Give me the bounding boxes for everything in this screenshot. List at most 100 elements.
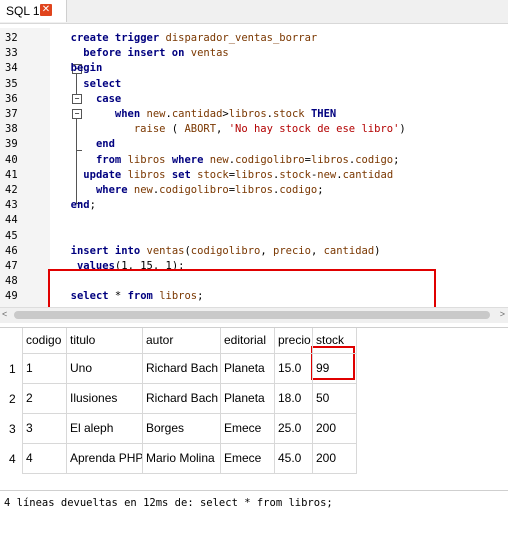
grid-divider bbox=[22, 473, 356, 474]
grid-divider bbox=[274, 328, 275, 474]
table-cell[interactable]: 4 bbox=[26, 443, 33, 473]
code-token: , bbox=[310, 244, 324, 257]
code-token: insert into bbox=[70, 244, 141, 257]
code-token: ) bbox=[399, 123, 406, 136]
grid-divider bbox=[22, 413, 356, 414]
table-cell[interactable]: Uno bbox=[70, 353, 92, 383]
row-number[interactable]: 4 bbox=[9, 452, 16, 466]
table-cell[interactable]: Mario Molina bbox=[146, 443, 215, 473]
code-token: cantidad bbox=[342, 168, 394, 181]
tab-sql-1[interactable]: SQL 1 ✕ bbox=[0, 0, 67, 22]
code-line: where new.codigolibro=libros.codigo; bbox=[58, 184, 324, 196]
code-token: update bbox=[83, 168, 122, 181]
code-token: end bbox=[95, 138, 115, 151]
table-cell[interactable]: 3 bbox=[26, 413, 33, 443]
code-token: , bbox=[216, 123, 229, 136]
code-token: where bbox=[171, 153, 204, 166]
line-number: 36 bbox=[5, 92, 18, 105]
code-token: stock bbox=[279, 168, 311, 181]
table-cell[interactable]: 45.0 bbox=[278, 443, 301, 473]
code-token: new bbox=[146, 108, 166, 120]
tab-bar: SQL 1 ✕ bbox=[0, 0, 508, 24]
table-cell[interactable]: 2 bbox=[26, 383, 33, 413]
table-cell[interactable]: Planeta bbox=[224, 353, 265, 383]
code-token: codigo bbox=[355, 153, 394, 166]
scroll-left-icon[interactable]: < bbox=[2, 309, 7, 319]
code-token: libros bbox=[235, 168, 273, 181]
code-token: set bbox=[171, 168, 191, 181]
fold-margin: − − − bbox=[32, 28, 82, 307]
line-number: 39 bbox=[5, 138, 18, 151]
code-line: raise ( ABORT, 'No hay stock de ese libr… bbox=[58, 123, 406, 135]
sql-editor[interactable]: 32 33 34 35 36 37 38 39 40 41 42 43 44 45 46 47 48 49 − −… bbox=[0, 28, 508, 309]
close-icon[interactable]: ✕ bbox=[40, 4, 52, 16]
code-token: raise bbox=[133, 123, 166, 136]
line-number: 37 bbox=[5, 108, 18, 120]
column-header-titulo[interactable]: titulo bbox=[70, 333, 95, 347]
table-cell[interactable]: Emece bbox=[224, 443, 261, 473]
code-token: cantidad bbox=[323, 244, 375, 257]
table-cell[interactable]: 1 bbox=[26, 353, 33, 383]
table-cell[interactable]: 50 bbox=[316, 383, 329, 413]
code-token: select bbox=[83, 77, 122, 90]
code-token: , bbox=[260, 244, 273, 257]
code-line: create trigger disparador_ventas_borrar bbox=[58, 32, 318, 44]
column-header-autor[interactable]: autor bbox=[146, 333, 173, 347]
table-cell[interactable]: 25.0 bbox=[278, 413, 301, 443]
line-number: 35 bbox=[5, 77, 18, 90]
code-token: 'No hay stock de ese libro' bbox=[228, 123, 400, 136]
code-token: cantidad bbox=[171, 108, 223, 120]
row-number[interactable]: 3 bbox=[9, 422, 16, 436]
line-number: 32 bbox=[5, 32, 18, 44]
scroll-right-icon[interactable]: > bbox=[500, 309, 505, 319]
code-token: codigolibro bbox=[190, 244, 261, 257]
line-number: 38 bbox=[5, 123, 18, 136]
table-cell[interactable]: 15.0 bbox=[278, 353, 301, 383]
code-token: end bbox=[70, 199, 90, 212]
table-cell[interactable]: 200 bbox=[316, 413, 336, 443]
table-cell[interactable]: Borges bbox=[146, 413, 184, 443]
table-cell[interactable]: Aprenda PHP bbox=[70, 443, 143, 473]
line-number: 40 bbox=[5, 153, 18, 166]
table-cell[interactable]: Planeta bbox=[224, 383, 265, 413]
code-line: case bbox=[58, 93, 121, 105]
table-cell[interactable]: Richard Bach bbox=[146, 353, 218, 383]
horizontal-scrollbar[interactable]: < > bbox=[0, 307, 508, 323]
code-token: libros bbox=[228, 108, 267, 120]
grid-divider bbox=[356, 328, 357, 474]
table-cell[interactable]: Emece bbox=[224, 413, 261, 443]
table-cell[interactable]: Ilusiones bbox=[70, 383, 117, 413]
code-line: end; bbox=[58, 199, 96, 211]
grid-divider bbox=[66, 328, 67, 474]
line-number: 49 bbox=[5, 290, 18, 303]
line-number: 34 bbox=[5, 62, 18, 75]
code-token: disparador_ventas_borrar bbox=[165, 32, 318, 44]
column-header-precio[interactable]: precio bbox=[278, 333, 311, 347]
table-cell[interactable]: 200 bbox=[316, 443, 336, 473]
grid-divider bbox=[22, 353, 356, 354]
table-cell[interactable]: 18.0 bbox=[278, 383, 301, 413]
code-area[interactable]: create trigger disparador_ventas_borrar … bbox=[50, 28, 508, 307]
column-header-stock[interactable]: stock bbox=[316, 333, 344, 347]
code-token: new bbox=[133, 184, 153, 196]
grid-divider bbox=[22, 328, 23, 474]
scrollbar-thumb[interactable] bbox=[14, 311, 490, 319]
code-line: begin bbox=[58, 62, 103, 74]
result-grid[interactable]: codigo titulo autor editorial precio stock 1 1 U… bbox=[0, 327, 508, 488]
code-token: precio bbox=[273, 244, 311, 257]
code-token: ABORT bbox=[184, 123, 217, 136]
table-cell[interactable]: El aleph bbox=[70, 413, 113, 443]
table-cell[interactable]: 99 bbox=[316, 353, 329, 383]
table-cell[interactable]: Richard Bach bbox=[146, 383, 218, 413]
column-header-editorial[interactable]: editorial bbox=[224, 333, 266, 347]
row-number[interactable]: 2 bbox=[9, 392, 16, 406]
row-number[interactable]: 1 bbox=[9, 362, 16, 376]
code-token: new bbox=[209, 153, 229, 166]
line-number: 48 bbox=[5, 275, 18, 288]
column-header-codigo[interactable]: codigo bbox=[26, 333, 61, 347]
